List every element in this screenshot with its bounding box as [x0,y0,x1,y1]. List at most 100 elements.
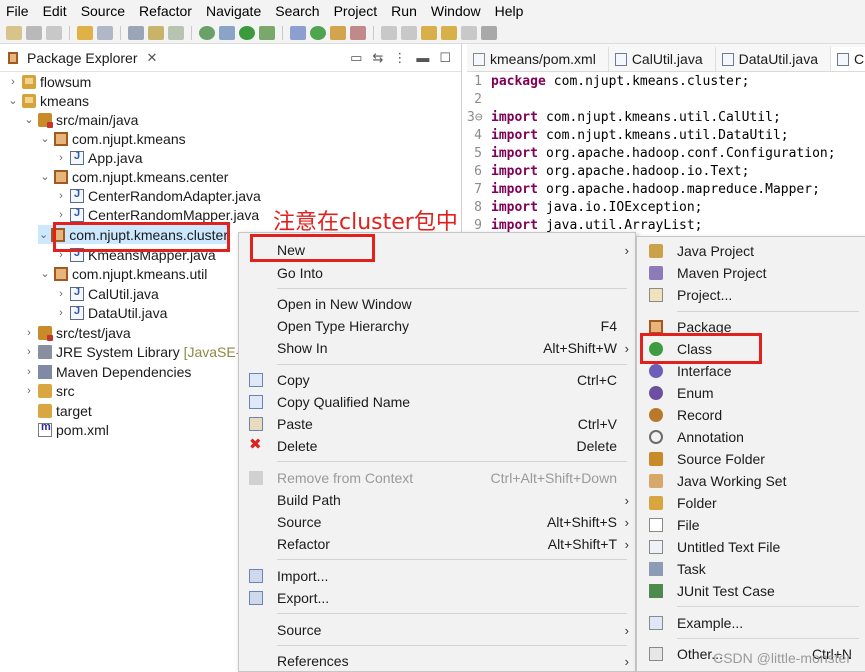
tab-datautil[interactable]: DataUtil.java [716,47,831,71]
menu-item-source[interactable]: Source Alt+Shift+S › [239,511,635,533]
menu-item-paste[interactable]: Paste Ctrl+V [239,413,635,435]
chevron-right-icon[interactable]: › [54,190,68,202]
menu-file[interactable]: File [6,3,29,19]
menu-run[interactable]: Run [391,3,417,19]
tree-item-src-main-java[interactable]: ⌄ src/main/java [22,110,138,129]
menu-source[interactable]: Source [81,3,125,19]
submenu-item-java-project[interactable]: Java Project [637,240,865,262]
menu-item-show-in[interactable]: Show In Alt+Shift+W › [239,337,635,359]
chevron-right-icon[interactable]: › [54,288,68,300]
minimize-icon[interactable]: ▬ [416,50,429,66]
menu-search[interactable]: Search [275,3,319,19]
forward-icon[interactable] [461,25,477,40]
close-icon[interactable]: ✕ [147,50,158,66]
debug-icon[interactable] [199,25,215,40]
menu-item-open-type-hierarchy[interactable]: Open Type Hierarchy F4 [239,315,635,337]
tab-current[interactable]: C [831,47,865,71]
submenu-item-example[interactable]: Example... [637,612,865,634]
run-icon[interactable] [239,25,255,40]
tree-item-kmeans[interactable]: ⌄ kmeans [6,91,89,110]
chevron-right-icon[interactable]: › [54,307,68,319]
menu-item-go-into[interactable]: Go Into [239,262,635,284]
maximize-icon[interactable]: ☐ [439,50,451,66]
chevron-right-icon[interactable]: › [22,366,36,378]
chevron-right-icon[interactable]: › [22,327,36,339]
tree-item-package-util[interactable]: ⌄ com.njupt.kmeans.util [38,264,207,283]
menu-item-export[interactable]: Export... [239,587,635,609]
submenu-item-task[interactable]: Task [637,558,865,580]
submenu-item-folder[interactable]: Folder [637,492,865,514]
submenu-item-annotation[interactable]: Annotation [637,426,865,448]
profile-icon[interactable] [219,25,235,40]
tree-item-package-kmeans[interactable]: ⌄ com.njupt.kmeans [38,129,185,148]
tree-item-centerrandomadapter[interactable]: › CenterRandomAdapter.java [54,186,261,205]
menu-item-source-2[interactable]: Source › [239,619,635,641]
save-icon[interactable] [26,25,42,40]
tree-item-app-java[interactable]: › App.java [54,148,142,167]
menu-item-import[interactable]: Import... [239,565,635,587]
submenu-item-java-working-set[interactable]: Java Working Set [637,470,865,492]
perspective-icon[interactable] [481,25,497,40]
menu-item-delete[interactable]: ✖ Delete Delete [239,435,635,457]
new-icon[interactable] [6,25,22,40]
tree-item-target[interactable]: target [22,401,92,420]
menu-item-references[interactable]: References › [239,650,635,672]
code-editor[interactable]: 1 package com.njupt.kmeans.cluster; 2 3⊖ im… [467,72,865,234]
open-task-icon[interactable] [77,25,93,40]
menu-item-copy-qualified-name[interactable]: Copy Qualified Name [239,391,635,413]
tree-item-maven-dependencies[interactable]: › Maven Dependencies [22,362,191,381]
submenu-item-junit-test-case[interactable]: JUnit Test Case [637,580,865,602]
new-java-project-icon[interactable] [290,25,306,40]
tree-item-datautil[interactable]: › DataUtil.java [54,303,167,322]
search-icon[interactable] [350,25,366,40]
menu-window[interactable]: Window [431,3,481,19]
menu-navigate[interactable]: Navigate [206,3,261,19]
external-tools-icon[interactable] [259,25,275,40]
prev-annotation-icon[interactable] [401,25,417,40]
mark-occurrences-icon[interactable] [168,25,184,40]
submenu-item-file[interactable]: File [637,514,865,536]
menu-edit[interactable]: Edit [43,3,67,19]
menu-item-open-new-window[interactable]: Open in New Window [239,293,635,315]
chevron-down-icon[interactable]: ⌄ [38,267,52,280]
save-all-icon[interactable] [46,25,62,40]
submenu-item-untitled-text-file[interactable]: Untitled Text File [637,536,865,558]
collapse-all-icon[interactable]: ▭ [350,50,362,66]
back-icon[interactable] [441,25,457,40]
chevron-right-icon[interactable]: › [54,209,68,221]
tab-pom-xml[interactable]: kmeans/pom.xml [467,47,609,71]
tree-item-flowsum[interactable]: › flowsum [6,72,91,91]
link-with-editor-icon[interactable]: ⇆ [372,50,383,66]
chevron-down-icon[interactable]: ⌄ [38,132,52,145]
terminal-icon[interactable] [128,25,144,40]
tree-item-package-center[interactable]: ⌄ com.njupt.kmeans.center [38,167,228,186]
next-annotation-icon[interactable] [381,25,397,40]
tree-item-pom-xml[interactable]: pom.xml [22,420,109,439]
tree-item-jre-library[interactable]: › JRE System Library [JavaSE-1.8] [22,342,264,361]
submenu-item-source-folder[interactable]: Source Folder [637,448,865,470]
submenu-item-project[interactable]: Project... [637,284,865,306]
chevron-down-icon[interactable]: ⌄ [38,170,52,183]
submenu-item-maven-project[interactable]: Maven Project [637,262,865,284]
menu-item-refactor[interactable]: Refactor Alt+Shift+T › [239,533,635,555]
menu-help[interactable]: Help [495,3,524,19]
tree-item-calutil[interactable]: › CalUtil.java [54,284,159,303]
tree-item-src[interactable]: › src [22,381,75,400]
chevron-down-icon[interactable]: ⌄ [22,113,36,126]
menu-item-copy[interactable]: Copy Ctrl+C [239,369,635,391]
submenu-item-enum[interactable]: Enum [637,382,865,404]
chevron-right-icon[interactable]: › [54,152,68,164]
menu-item-build-path[interactable]: Build Path › [239,489,635,511]
package-explorer-tab[interactable]: Package Explorer ✕ [6,50,157,66]
chevron-down-icon[interactable]: ⌄ [38,228,49,241]
chevron-right-icon[interactable]: › [22,385,36,397]
last-edit-icon[interactable] [421,25,437,40]
menu-project[interactable]: Project [334,3,378,19]
tab-calutil[interactable]: CalUtil.java [609,47,716,71]
open-type-icon[interactable] [330,25,346,40]
new-class-icon[interactable] [310,25,326,40]
view-menu-icon[interactable]: ⋮ [393,50,406,66]
chevron-right-icon[interactable]: › [6,76,20,88]
chevron-down-icon[interactable]: ⌄ [6,94,20,107]
menu-refactor[interactable]: Refactor [139,3,192,19]
